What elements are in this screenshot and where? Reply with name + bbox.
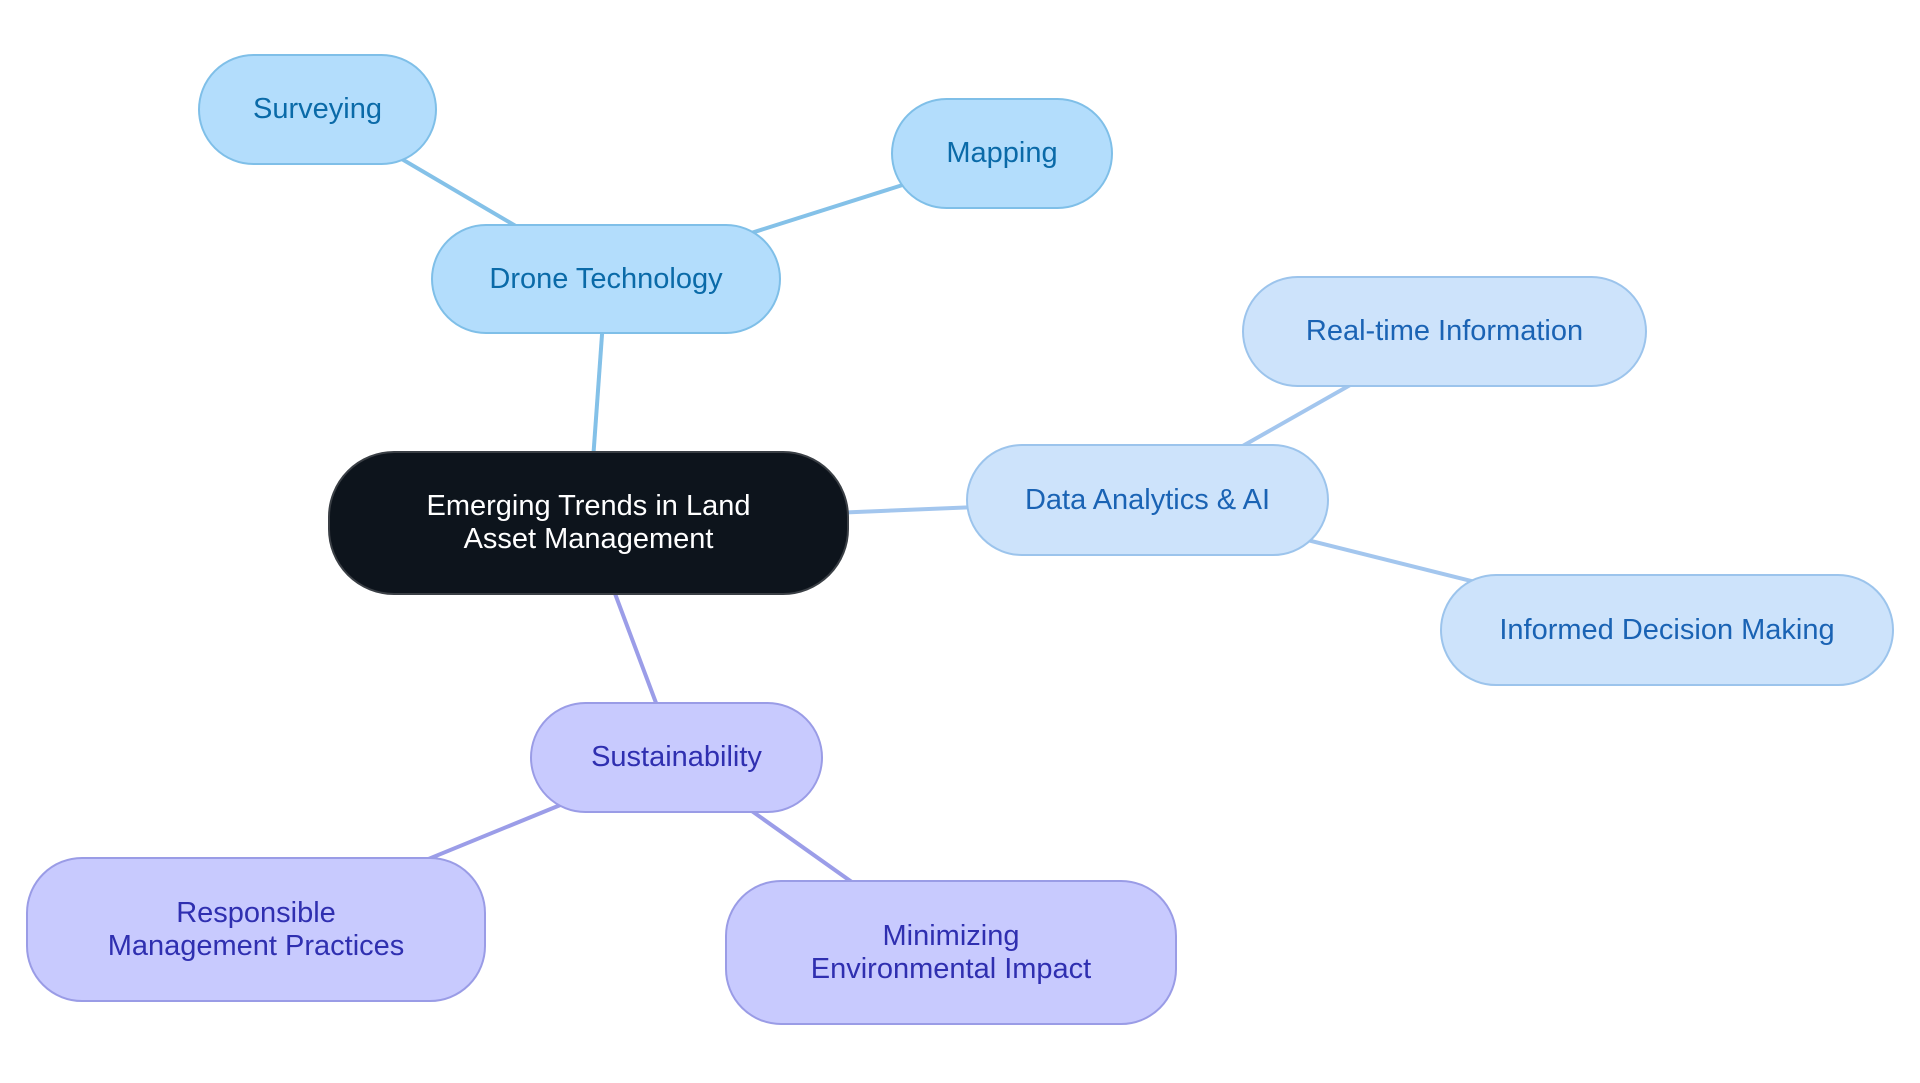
minimizing-environmental-impact-node[interactable]: Minimizing Environmental Impact xyxy=(725,880,1177,1025)
real-time-information-node[interactable]: Real-time Information xyxy=(1242,276,1647,387)
sustainability-label: Sustainability xyxy=(591,741,762,773)
drone-technology-label: Drone Technology xyxy=(489,262,723,295)
responsible-management-practices-node[interactable]: Responsible Management Practices xyxy=(26,857,486,1002)
minimizing-environmental-impact-label: Minimizing Environmental Impact xyxy=(810,919,1092,985)
real-time-information-label: Real-time Information xyxy=(1305,315,1584,347)
data-analytics-ai-label: Data Analytics & AI xyxy=(1024,483,1270,516)
surveying-label: Surveying xyxy=(253,93,382,125)
sustainability-node[interactable]: Sustainability xyxy=(530,702,823,813)
drone-technology-node[interactable]: Drone Technology xyxy=(431,224,781,334)
surveying-node[interactable]: Surveying xyxy=(198,54,437,165)
informed-decision-making-node[interactable]: Informed Decision Making xyxy=(1440,574,1894,686)
data-analytics-ai-node[interactable]: Data Analytics & AI xyxy=(966,444,1329,556)
mapping-label: Mapping xyxy=(946,137,1058,169)
responsible-management-practices-label: Responsible Management Practices xyxy=(107,896,405,962)
mapping-node[interactable]: Mapping xyxy=(891,98,1113,209)
root-node-label: Emerging Trends in Land Asset Management xyxy=(426,490,751,555)
root-node[interactable]: Emerging Trends in Land Asset Management xyxy=(328,451,849,595)
informed-decision-making-label: Informed Decision Making xyxy=(1499,613,1835,646)
